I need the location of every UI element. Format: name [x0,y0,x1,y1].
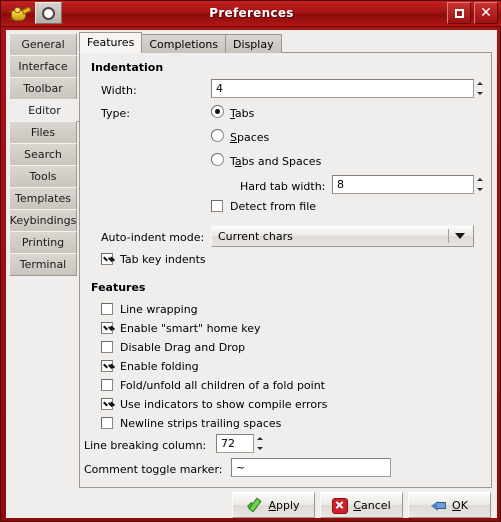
window-buttons: ✕ [447,2,498,24]
sidebar-item-label: Printing [21,236,65,249]
sidebar-item-files[interactable]: Files [9,121,77,144]
detect-from-file-checkbox[interactable] [211,200,223,212]
sidebar-item-label: Toolbar [23,82,63,95]
tab-label: Features [87,36,135,49]
sidebar-item-label: Search [24,148,62,161]
auto-indent-mode-select[interactable]: Current chars [211,225,474,247]
window-title: Preferences [209,6,294,20]
line-wrapping-checkbox[interactable] [101,303,113,315]
comment-toggle-marker-label: Comment toggle marker: [84,463,223,476]
width-label: Width: [101,84,137,97]
sidebar-item-label: Interface [18,60,68,73]
button-row: Apply Cancel OK [232,492,491,518]
enable-folding-checkbox[interactable] [101,360,113,372]
sidebar-item-label: Tools [29,170,57,183]
type-label: Type: [101,107,130,120]
comment-toggle-marker-input[interactable]: ~ [231,458,391,477]
indent-width-stepper[interactable] [476,79,483,98]
newline-strips-spaces-label: Newline strips trailing spaces [120,417,282,430]
radio-tabs-label: Tabs [230,107,255,120]
tab-label: Display [233,37,274,51]
action-area: Apply Cancel OK [6,489,497,518]
features-heading: Features [91,281,146,294]
features-page: Indentation Width: 4 Type: Tabs Spaces T… [79,52,492,488]
auto-indent-mode-value: Current chars [218,229,293,243]
indent-width-input[interactable]: 4 [211,79,474,98]
sidebar-item-toolbar[interactable]: Toolbar [9,77,77,100]
dialog-body: General Interface Toolbar Editor Files S… [6,30,497,518]
preferences-window: Preferences ✕ General Interface Toolbar … [0,0,501,522]
compile-error-indicators-label: Use indicators to show compile errors [120,398,328,411]
sidebar-item-label: Files [30,126,56,139]
notebook-tabs: Features Completions Display [79,32,282,53]
category-list: General Interface Toolbar Editor Files S… [9,33,80,488]
ok-button[interactable]: OK [408,492,491,518]
title-bar: Preferences ✕ [1,1,501,27]
cancel-button-label: Cancel [353,498,391,512]
compile-error-indicators-checkbox[interactable] [101,398,113,410]
sidebar-item-label: Editor [28,104,61,117]
radio-spaces-label: Spaces [230,131,270,144]
tab-completions[interactable]: Completions [141,34,227,53]
apply-button[interactable]: Apply [232,492,315,518]
radio-tabs[interactable] [211,105,224,118]
chevron-down-icon [455,233,465,239]
ok-arrow-icon [431,497,447,513]
tab-display[interactable]: Display [225,34,282,53]
cancel-icon [332,497,349,514]
detect-from-file-label: Detect from file [230,200,317,213]
tab-key-indents-checkbox[interactable] [101,253,113,265]
line-wrapping-label: Line wrapping [120,303,198,316]
fold-unfold-children-checkbox[interactable] [101,379,113,391]
hard-tab-width-input[interactable]: 8 [332,175,474,194]
disable-drag-drop-checkbox[interactable] [101,341,113,353]
sidebar-item-printing[interactable]: Printing [9,231,77,254]
sidebar-item-tools[interactable]: Tools [9,165,77,188]
indentation-heading: Indentation [91,61,164,74]
newline-strips-spaces-checkbox[interactable] [101,417,113,429]
sidebar-item-label: Terminal [19,258,67,271]
close-icon[interactable]: ✕ [474,2,498,24]
auto-indent-mode-label: Auto-indent mode: [101,231,205,244]
smart-home-key-checkbox[interactable] [101,322,113,334]
disable-drag-drop-label: Disable Drag and Drop [120,341,246,354]
line-breaking-column-input[interactable]: 72 [216,434,254,453]
sidebar-item-label: Templates [15,192,71,205]
combo-separator [448,229,449,243]
sidebar-item-templates[interactable]: Templates [9,187,77,210]
content-area: Features Completions Display Indentation… [79,32,492,488]
radio-spaces[interactable] [211,129,224,142]
line-breaking-column-label: Line breaking column: [84,439,207,452]
tab-features[interactable]: Features [79,32,143,53]
radio-tabs-and-spaces-label: Tabs and Spaces [230,155,322,168]
line-breaking-column-stepper[interactable] [256,434,263,453]
sidebar-item-interface[interactable]: Interface [9,55,77,78]
sidebar-item-general[interactable]: General [9,33,77,56]
hard-tab-width-label: Hard tab width: [240,180,326,193]
fold-unfold-children-label: Fold/unfold all children of a fold point [120,379,325,392]
check-icon [247,497,263,513]
sidebar-item-keybindings[interactable]: Keybindings [9,209,77,232]
tab-key-indents-label: Tab key indents [120,253,206,266]
sidebar-item-editor[interactable]: Editor [9,99,80,122]
radio-tabs-and-spaces[interactable] [211,153,224,166]
maximize-icon[interactable] [447,2,471,24]
cancel-button[interactable]: Cancel [320,492,403,518]
enable-folding-label: Enable folding [120,360,199,373]
tab-label: Completions [149,37,219,51]
apply-button-label: Apply [268,498,300,512]
sidebar-item-label: Keybindings [9,214,77,227]
sidebar-item-terminal[interactable]: Terminal [9,253,77,276]
ok-button-label: OK [452,498,468,512]
sidebar-item-label: General [21,38,65,51]
hard-tab-width-stepper[interactable] [476,175,483,194]
sidebar-item-search[interactable]: Search [9,143,77,166]
smart-home-key-label: Enable "smart" home key [120,322,261,335]
